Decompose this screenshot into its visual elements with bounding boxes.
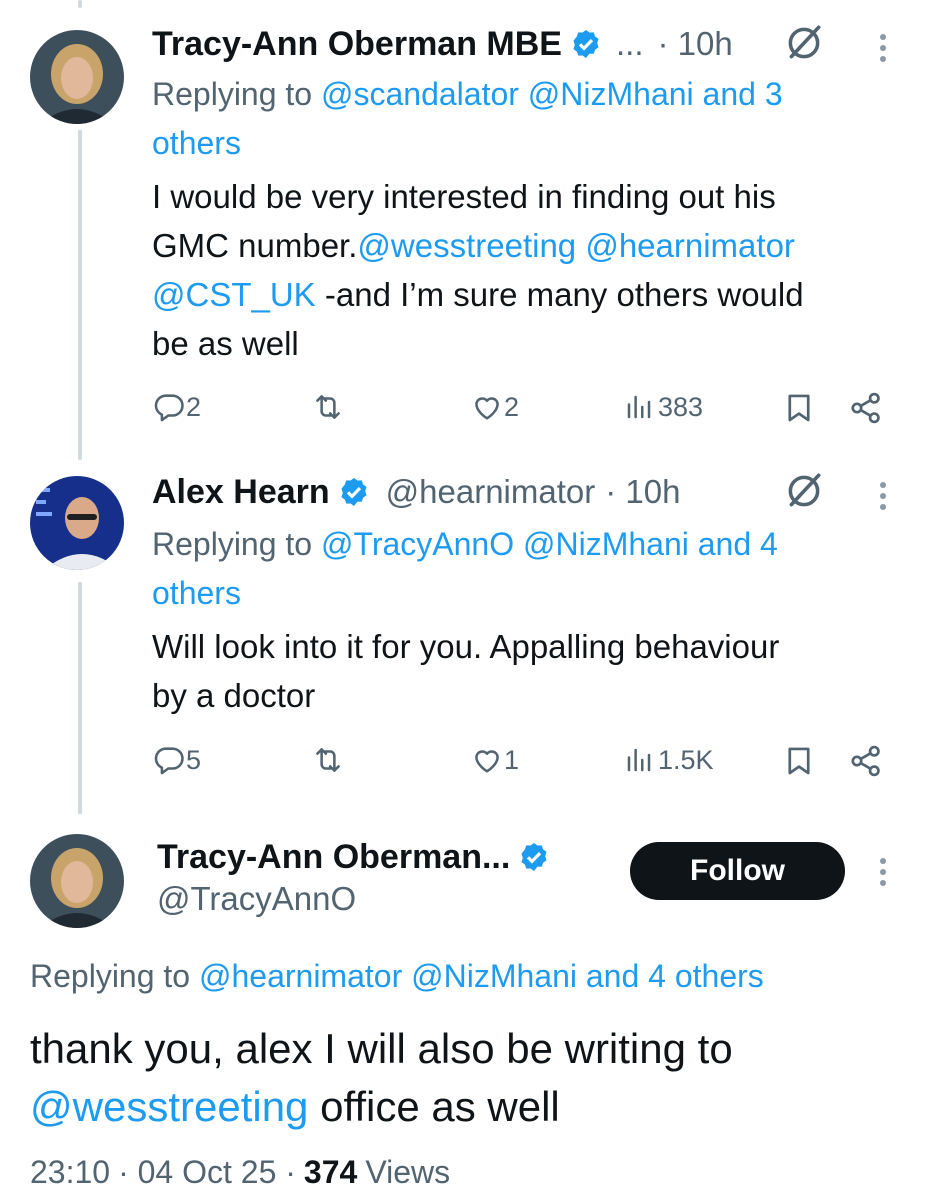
avatar[interactable] <box>30 476 124 570</box>
thread-line-top <box>78 0 82 8</box>
handle[interactable]: @hearnimator <box>386 473 596 511</box>
views-button[interactable]: 1.5K <box>624 743 714 777</box>
avatar[interactable] <box>30 30 124 124</box>
tweet-text: Will look into it for you. Appalling beh… <box>152 622 892 720</box>
views-label: Views <box>365 1153 451 1190</box>
more-icon[interactable] <box>879 34 887 62</box>
share-icon[interactable] <box>848 743 884 779</box>
reply-icon <box>154 394 184 422</box>
mention-link[interactable]: @CST_UK <box>152 276 316 313</box>
replying-prefix: Replying to <box>30 958 199 994</box>
like-icon <box>475 397 499 420</box>
main-tweet-text: thank you, alex I will also be writing t… <box>30 1020 910 1136</box>
replying-others[interactable]: others <box>152 569 892 618</box>
grok-icon[interactable] <box>783 22 825 64</box>
retweet-icon <box>316 395 340 419</box>
display-name[interactable]: Tracy-Ann Oberman MBE <box>152 25 562 64</box>
like-count: 1 <box>504 744 520 775</box>
reply-icon <box>154 747 184 775</box>
handle-truncated: ... <box>615 25 644 62</box>
replying-others[interactable]: others <box>152 119 892 168</box>
tweet-line: GMC number.@wesstreeting @hearnimator <box>152 227 795 264</box>
replying-to: Replying to @TracyAnnO @NizMhani and 4 o… <box>152 520 892 618</box>
tweet-line: I would be very interested in finding ou… <box>152 178 776 215</box>
handle[interactable]: @TracyAnnO <box>157 880 356 918</box>
retweet-button[interactable] <box>310 743 346 777</box>
retweet-button[interactable] <box>310 390 346 424</box>
thread-line-2 <box>78 582 82 814</box>
replying-links[interactable]: @TracyAnnO @NizMhani and 4 <box>321 526 778 562</box>
replying-prefix: Replying to <box>152 76 321 112</box>
tweet-line: be as well <box>152 325 299 362</box>
bookmark-icon[interactable] <box>782 743 816 779</box>
reply-count: 5 <box>186 744 202 775</box>
timestamp[interactable]: · 10h <box>605 473 680 511</box>
display-name[interactable]: Tracy-Ann Oberman... <box>157 838 510 877</box>
retweet-icon <box>316 748 340 772</box>
tweet-time[interactable]: 23:10 <box>30 1154 110 1191</box>
views-button[interactable]: 383 <box>624 390 703 424</box>
mention-links[interactable]: @wesstreeting @hearnimator <box>357 227 795 264</box>
views-count: 1.5K <box>658 744 714 775</box>
bookmark-icon[interactable] <box>782 390 816 426</box>
replying-to: Replying to @hearnimator @NizMhani and 4… <box>30 952 910 1001</box>
replying-prefix: Replying to <box>152 526 321 562</box>
tweet-line: @wesstreeting office as well <box>30 1083 560 1130</box>
views-count: 374 <box>303 1153 358 1190</box>
reply-button[interactable]: 5 <box>152 743 201 777</box>
like-button[interactable]: 2 <box>470 390 519 424</box>
tweet-line: Will look into it for you. Appalling beh… <box>152 628 780 665</box>
tweet-line: @CST_UK -and I’m sure many others would <box>152 276 804 313</box>
replying-links[interactable]: @hearnimator @NizMhani and 4 others <box>199 958 764 994</box>
tweet-date[interactable]: · 04 Oct 25 · <box>118 1154 296 1191</box>
like-count: 2 <box>504 391 520 422</box>
grok-icon[interactable] <box>783 470 825 512</box>
replying-links[interactable]: @scandalator @NizMhani and 3 <box>321 76 783 112</box>
tweet-line: thank you, alex I will also be writing t… <box>30 1025 733 1072</box>
timestamp[interactable]: · 10h <box>658 25 733 63</box>
tweet-2-header: Alex Hearn @hearnimator · 10h <box>152 470 680 514</box>
tweet-meta: 23:10 · 04 Oct 25 · 374 Views <box>30 1150 450 1194</box>
like-icon <box>475 750 499 773</box>
avatar[interactable] <box>30 834 124 928</box>
reply-button[interactable]: 2 <box>152 390 201 424</box>
main-tweet-header: Tracy-Ann Oberman... <box>157 835 550 879</box>
display-name[interactable]: Alex Hearn <box>152 473 330 512</box>
thread-line-1 <box>78 130 82 460</box>
share-icon[interactable] <box>848 390 884 426</box>
views-icon <box>627 748 651 772</box>
more-icon[interactable] <box>879 482 887 510</box>
reply-count: 2 <box>186 391 202 422</box>
views-count: 383 <box>658 391 704 422</box>
verified-badge-icon <box>521 843 547 871</box>
follow-button[interactable]: Follow <box>630 842 845 900</box>
tweet-line: by a doctor <box>152 677 316 714</box>
verified-badge-icon <box>573 30 599 58</box>
verified-badge-icon <box>341 478 367 506</box>
replying-to: Replying to @scandalator @NizMhani and 3… <box>152 70 892 168</box>
like-button[interactable]: 1 <box>470 743 519 777</box>
tweet-1-header: Tracy-Ann Oberman MBE ... · 10h <box>152 22 733 66</box>
mention-link[interactable]: @wesstreeting <box>30 1083 308 1130</box>
tweet-text: I would be very interested in finding ou… <box>152 172 892 368</box>
more-icon[interactable] <box>879 858 887 886</box>
views-icon <box>627 395 651 419</box>
